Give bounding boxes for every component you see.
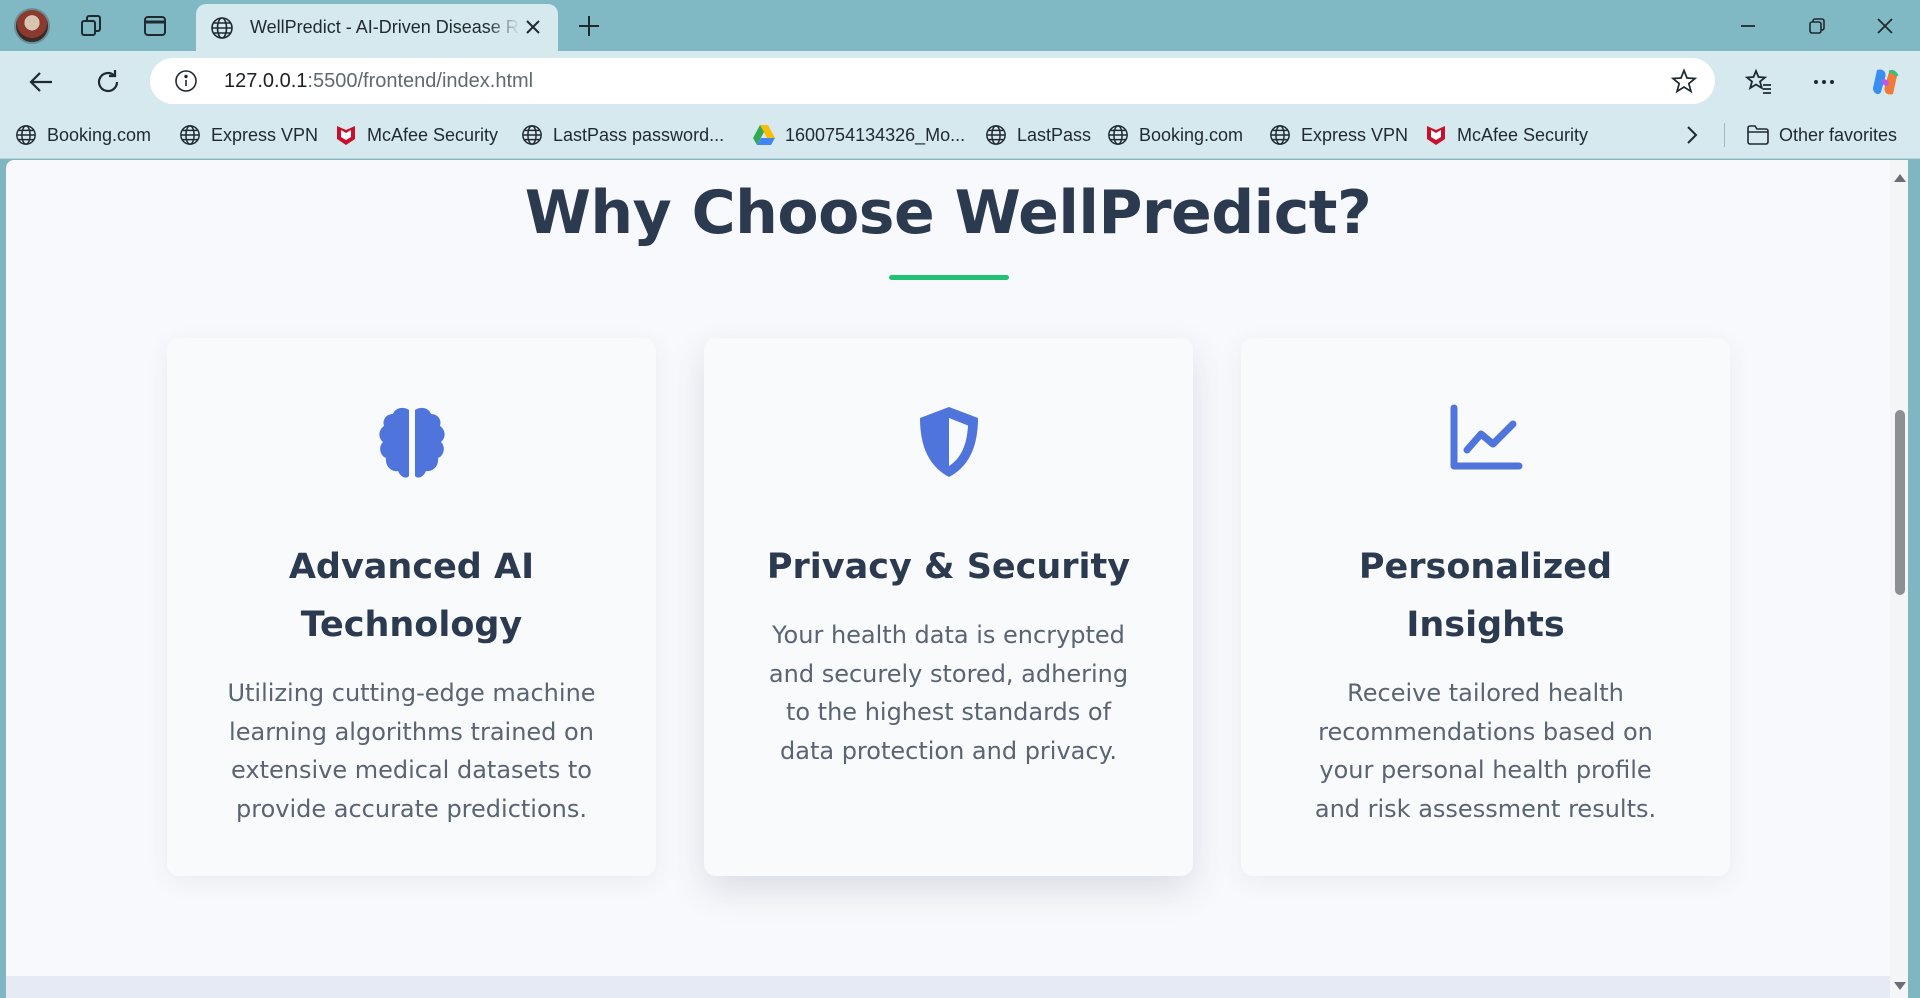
address-bar[interactable]: 127.0.0.1:5500/frontend/index.html: [150, 58, 1715, 104]
card-title: Personalized Insights: [1358, 547, 1613, 645]
card-description: Utilizing cutting-edge machine learning …: [227, 679, 596, 823]
title-underline: [889, 275, 1009, 280]
section-title: Why Choose WellPredict?: [524, 178, 1372, 248]
favorite-star-icon[interactable]: [1671, 68, 1697, 94]
bookmark-item[interactable]: LastPass password...: [520, 121, 724, 149]
bookmark-item[interactable]: Booking.com: [1106, 121, 1243, 149]
restore-icon[interactable]: [1797, 10, 1837, 42]
folder-icon: [1746, 123, 1770, 147]
favorites-icon[interactable]: [1742, 65, 1776, 99]
new-tab-icon[interactable]: [575, 12, 603, 40]
bookmark-item[interactable]: McAfee Security: [1424, 121, 1588, 149]
vertical-tabs-icon[interactable]: [141, 12, 169, 40]
globe-icon: [520, 123, 544, 147]
copilot-icon[interactable]: [1868, 65, 1902, 99]
next-section-edge: [6, 976, 1890, 998]
back-arrow-icon[interactable]: [24, 65, 58, 99]
page-viewport[interactable]: Why Choose WellPredict? Advanced AI Tech…: [6, 160, 1908, 998]
close-tab-icon[interactable]: [522, 16, 544, 38]
globe-icon: [14, 123, 38, 147]
bookmark-item[interactable]: McAfee Security: [334, 121, 498, 149]
scroll-down-arrow-icon[interactable]: [1894, 982, 1906, 990]
scrollbar-thumb[interactable]: [1895, 410, 1905, 595]
brain-icon: [167, 404, 656, 484]
chart-line-icon: [1241, 404, 1730, 484]
google-drive-icon: [752, 123, 776, 147]
globe-icon: [210, 16, 234, 40]
globe-icon: [1268, 123, 1292, 147]
minimize-icon[interactable]: [1728, 10, 1768, 42]
close-window-icon[interactable]: [1865, 10, 1905, 42]
other-favorites-folder[interactable]: Other favorites: [1746, 121, 1897, 149]
mcafee-icon: [1424, 123, 1448, 147]
card-title: Privacy & Security: [766, 547, 1131, 587]
bookmarks-divider: [1724, 123, 1725, 147]
feature-card-privacy: Privacy & Security Your health data is e…: [704, 338, 1193, 876]
vertical-scrollbar[interactable]: [1890, 160, 1908, 998]
tab-active[interactable]: WellPredict - AI-Driven Disease Risk: [196, 4, 558, 51]
url-text[interactable]: 127.0.0.1:5500/frontend/index.html: [224, 70, 533, 93]
scroll-up-arrow-icon[interactable]: [1894, 174, 1906, 182]
bookmark-item[interactable]: Booking.com: [14, 121, 151, 149]
site-info-icon[interactable]: [174, 69, 198, 93]
card-description: Your health data is encrypted and secure…: [768, 621, 1129, 765]
mcafee-icon: [334, 123, 358, 147]
bookmark-item[interactable]: 1600754134326_Mo...: [752, 121, 965, 149]
tab-title: WellPredict - AI-Driven Disease Risk: [250, 17, 520, 37]
workspaces-icon[interactable]: [78, 12, 106, 40]
bookmark-item[interactable]: LastPass: [984, 121, 1091, 149]
tab-bar: WellPredict - AI-Driven Disease Risk: [0, 0, 1920, 51]
profile-avatar[interactable]: [14, 8, 50, 44]
favorites-bar: Booking.com Express VPN McAfee Security …: [0, 111, 1920, 159]
more-bookmarks-chevron-icon[interactable]: [1682, 121, 1702, 149]
shield-icon: [704, 404, 1193, 484]
globe-icon: [1106, 123, 1130, 147]
feature-card-ai: Advanced AI Technology Utilizing cutting…: [167, 338, 656, 876]
globe-icon: [178, 123, 202, 147]
browser-toolbar: 127.0.0.1:5500/frontend/index.html: [0, 51, 1920, 111]
feature-card-insights: Personalized Insights Receive tailored h…: [1241, 338, 1730, 876]
more-options-icon[interactable]: [1807, 65, 1841, 99]
card-description: Receive tailored health recommendations …: [1314, 679, 1657, 823]
refresh-icon[interactable]: [91, 65, 125, 99]
bookmark-item[interactable]: Express VPN: [178, 121, 318, 149]
globe-icon: [984, 123, 1008, 147]
bookmark-item[interactable]: Express VPN: [1268, 121, 1408, 149]
card-title: Advanced AI Technology: [288, 547, 535, 645]
